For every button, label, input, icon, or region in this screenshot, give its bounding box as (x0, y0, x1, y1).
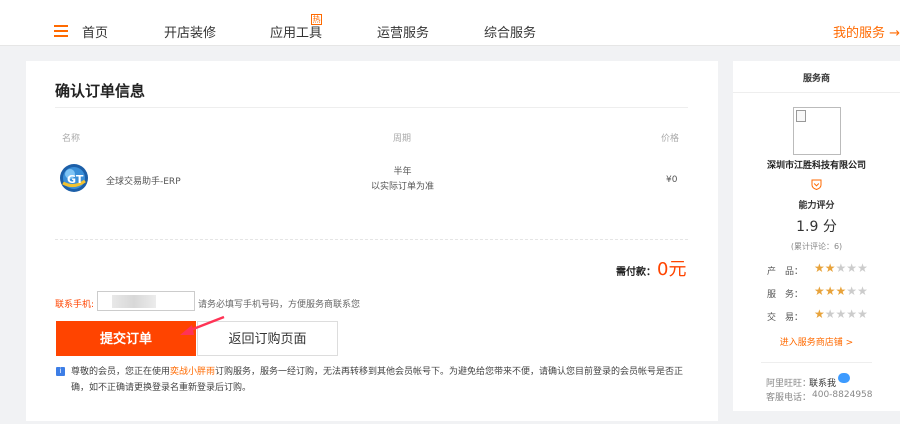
star-empty-icon: ★ (835, 307, 847, 321)
provider-card: 服务商 深圳市江胜科技有限公司 能力评分 1.9 分 (累计评论：6) 产 品：… (733, 61, 900, 411)
submit-order-button[interactable]: 提交订单 (56, 321, 196, 356)
menu-icon[interactable] (54, 25, 68, 37)
star-filled-icon: ★ (814, 284, 825, 298)
star-filled-icon: ★ (824, 261, 836, 275)
info-icon: i (56, 367, 65, 376)
provider-title: 服务商 (802, 74, 830, 84)
star-empty-icon: ★ (846, 307, 858, 321)
member-name: 奕战小胖雨 (170, 367, 216, 377)
divider (55, 239, 688, 240)
order-card: 确认订单信息 名称 周期 价格 GT 全球交易助手-ERP 半年 以实际订单为准… (26, 61, 718, 421)
divider (733, 92, 900, 93)
nav-operation-services[interactable]: 运营服务 (377, 22, 429, 41)
star-empty-icon: ★ (857, 261, 868, 275)
nav-integrated-services[interactable]: 综合服务 (484, 22, 536, 41)
blurred-phone-number (112, 295, 156, 308)
ability-label: 能力评分 (798, 201, 835, 211)
broken-image-icon (796, 110, 806, 122)
enter-shop-link[interactable]: 进入服务商店铺 > (733, 335, 900, 348)
shield-icon (811, 179, 822, 190)
tel-label: 客服电话： (766, 393, 812, 403)
rating-stars-service: ★★★★★ (814, 284, 868, 298)
annotation-arrow-icon (180, 315, 225, 335)
star-empty-icon: ★ (846, 284, 858, 298)
need-pay-label: 需付款： (616, 267, 656, 278)
star-filled-icon: ★ (824, 284, 836, 298)
nav-home[interactable]: 首页 (82, 22, 108, 41)
product-price: ¥0 (666, 175, 678, 185)
nav-shop-decoration[interactable]: 开店装修 (164, 22, 216, 41)
company-name[interactable]: 深圳市江胜科技有限公司 (733, 158, 900, 171)
provider-logo (793, 107, 841, 155)
notice-text: 尊敬的会员，您正在使用奕战小胖雨订购服务，服务一经订购，无法再转移到其他会员帐号… (71, 367, 684, 393)
tel-number: 400-8824958 (812, 390, 873, 400)
divider (55, 107, 688, 108)
star-filled-icon: ★ (814, 261, 825, 275)
product-name: 全球交易助手-ERP (106, 177, 181, 187)
star-empty-icon: ★ (835, 261, 847, 275)
star-empty-icon: ★ (846, 261, 858, 275)
contact-me-link[interactable]: 联系我 (809, 376, 836, 389)
col-header-name: 名称 (62, 134, 81, 144)
rating-stars-product: ★★★★★ (814, 261, 868, 275)
my-service-link[interactable]: 我的服务 → (833, 22, 900, 41)
product-period: 半年 (393, 167, 412, 177)
rating-label-trade: 交 易： (767, 313, 804, 323)
svg-text:GT: GT (67, 173, 84, 186)
star-filled-icon: ★ (835, 284, 847, 298)
page-title: 确认订单信息 (55, 82, 146, 100)
star-empty-icon: ★ (857, 284, 868, 298)
need-pay-amount: 0元 (657, 259, 687, 280)
phone-label: 联系手机: (55, 300, 95, 310)
wangwang-label: 阿里旺旺： (766, 379, 812, 389)
divider (761, 362, 872, 363)
ability-score: 1.9 分 (796, 219, 837, 235)
col-header-price: 价格 (661, 134, 680, 144)
wangwang-chat-icon[interactable] (838, 373, 850, 383)
product-logo-icon: GT (60, 164, 88, 192)
phone-input[interactable] (97, 291, 195, 311)
star-empty-icon: ★ (824, 307, 836, 321)
phone-hint: 请务必填写手机号码，方便服务商联系您 (198, 300, 361, 310)
rating-label-service: 服 务： (767, 290, 804, 300)
rating-stars-trade: ★★★★★ (814, 307, 868, 321)
star-filled-icon: ★ (814, 307, 825, 321)
col-header-period: 周期 (393, 134, 412, 144)
star-empty-icon: ★ (857, 307, 868, 321)
review-count: (累计评论：6) (790, 242, 843, 251)
top-nav: 首页 开店装修 应用工具 热 运营服务 综合服务 我的服务 → (0, 0, 900, 46)
product-period-note: 以实际订单为准 (370, 182, 434, 192)
hot-badge: 热 (311, 14, 322, 25)
rating-label-product: 产 品： (767, 267, 804, 277)
